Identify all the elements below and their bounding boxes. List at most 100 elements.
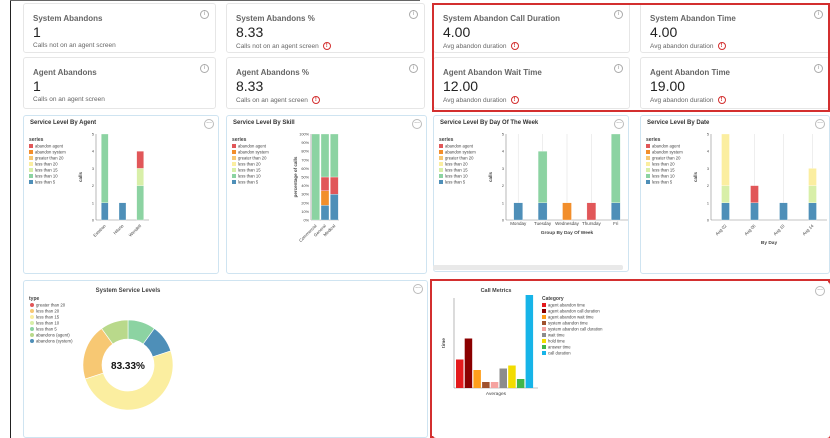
legend-item: abandons (system) bbox=[36, 339, 73, 344]
legend-item: less than 10 bbox=[238, 174, 261, 179]
legend-swatch bbox=[646, 162, 650, 166]
kpi-card[interactable]: System Abandons % 8.33 Calls not on an a… bbox=[226, 3, 425, 53]
legend-item: less than 15 bbox=[445, 168, 468, 173]
legend-swatch bbox=[439, 168, 443, 172]
y-axis-label: calls bbox=[488, 172, 493, 183]
legend-swatch bbox=[30, 315, 34, 319]
legend-swatch bbox=[646, 180, 650, 184]
legend-item: less than 5 bbox=[652, 180, 673, 185]
legend-heading: Category bbox=[542, 296, 564, 302]
kpi-value: 1 bbox=[33, 78, 41, 94]
chart-service-level-by-agent: seriesabandon agentabandon systemgreater… bbox=[29, 133, 149, 238]
legend-swatch bbox=[646, 156, 650, 160]
legend-swatch bbox=[232, 168, 236, 172]
bar-segment bbox=[311, 133, 320, 221]
legend-swatch bbox=[646, 150, 650, 154]
panel-title: Service Level By Agent bbox=[30, 120, 97, 126]
x-tick-label: Aug 02 bbox=[714, 223, 728, 237]
legend-item: abandon agent bbox=[445, 144, 474, 149]
legend-swatch bbox=[542, 315, 546, 319]
more-options-icon[interactable]: ... bbox=[412, 118, 422, 129]
kpi-title: Agent Abandons % bbox=[236, 68, 310, 77]
x-axis-label: Group By Day Of Week bbox=[541, 230, 594, 236]
y-axis-label: calls bbox=[78, 172, 83, 183]
legend-item: agent abandon call duration bbox=[548, 309, 600, 314]
kpi-subtitle: Calls on an agent screen! bbox=[236, 96, 320, 104]
donut-center-label: 83.33% bbox=[111, 361, 145, 372]
legend-item: abandon agent bbox=[35, 144, 64, 149]
legend-item: greater than 20 bbox=[652, 156, 681, 161]
legend-swatch bbox=[439, 174, 443, 178]
y-tick-label: 2 bbox=[502, 184, 504, 188]
legend-item: agent abandon time bbox=[548, 303, 586, 308]
info-icon[interactable]: i bbox=[200, 10, 209, 19]
kpi-subtitle: Calls on an agent screen bbox=[33, 96, 105, 103]
legend-item: agent abandon wait time bbox=[548, 315, 594, 320]
y-tick-label: 10% bbox=[301, 210, 309, 214]
info-icon[interactable]: i bbox=[409, 10, 418, 19]
bar bbox=[516, 379, 525, 388]
y-tick-label: 0 bbox=[707, 219, 709, 223]
legend-item: less than 10 bbox=[35, 174, 58, 179]
info-icon[interactable]: i bbox=[200, 64, 209, 73]
bar-segment bbox=[537, 151, 548, 203]
kpi-value: 8.33 bbox=[236, 78, 264, 94]
y-tick-label: 0 bbox=[92, 219, 94, 223]
warning-icon[interactable]: ! bbox=[322, 42, 331, 50]
kpi-subtitle: Calls not on an agent screen! bbox=[236, 42, 331, 50]
legend-item: abandons (agent) bbox=[36, 333, 70, 338]
horizontal-scrollbar[interactable] bbox=[433, 265, 623, 270]
kpi-card[interactable]: Agent Abandons 1 Calls on an agent scree… bbox=[23, 57, 216, 109]
y-axis-label: time bbox=[441, 338, 447, 348]
bar-segment bbox=[118, 202, 127, 221]
more-options-icon[interactable]: ... bbox=[815, 118, 825, 129]
y-tick-label: 5 bbox=[92, 133, 94, 137]
x-tick-label: Wendell bbox=[128, 223, 142, 237]
y-tick-label: 100% bbox=[299, 133, 309, 137]
info-icon[interactable]: i bbox=[409, 64, 418, 73]
bar-segment bbox=[330, 194, 339, 221]
legend-swatch bbox=[646, 174, 650, 178]
window-top-edge bbox=[10, 0, 420, 1]
chart-system-service-levels: System Service Levels typegreater than 20… bbox=[29, 288, 174, 411]
legend-swatch bbox=[29, 156, 33, 160]
legend-swatch bbox=[646, 144, 650, 148]
legend-swatch bbox=[232, 180, 236, 184]
bar-segment bbox=[808, 185, 817, 203]
legend-heading: series bbox=[232, 137, 247, 143]
more-options-icon[interactable]: ... bbox=[204, 118, 214, 129]
x-tick-label: Thursday bbox=[582, 221, 602, 226]
y-tick-label: 2 bbox=[92, 184, 94, 188]
panel-system-service-levels: ... System Service Levels type greater tha… bbox=[23, 280, 428, 438]
bar-segment bbox=[320, 190, 330, 206]
bar-segment bbox=[136, 168, 144, 186]
x-axis-label: Averages bbox=[486, 391, 507, 397]
legend-item: less than 15 bbox=[652, 168, 675, 173]
kpi-card[interactable]: Agent Abandons % 8.33 Calls on an agent … bbox=[226, 57, 425, 109]
legend-item: less than 20 bbox=[445, 162, 468, 167]
legend-item: abandon system bbox=[652, 150, 683, 155]
y-tick-label: 3 bbox=[707, 167, 709, 171]
legend-swatch bbox=[29, 168, 33, 172]
more-options-icon[interactable]: ... bbox=[614, 118, 624, 129]
legend-swatch bbox=[30, 327, 34, 331]
bar-segment bbox=[136, 185, 144, 221]
x-tick-label: Aug 10 bbox=[772, 223, 786, 237]
legend-item: abandon system bbox=[238, 150, 269, 155]
kpi-card[interactable]: System Abandons 1 Calls not on an agent … bbox=[23, 3, 216, 53]
legend-swatch bbox=[29, 144, 33, 148]
kpi-title: System Abandons % bbox=[236, 14, 315, 23]
legend-item: less than 15 bbox=[35, 168, 58, 173]
legend-swatch bbox=[232, 162, 236, 166]
bar-segment bbox=[750, 185, 759, 203]
x-tick-label: Aug 14 bbox=[801, 223, 815, 237]
warning-icon[interactable]: ! bbox=[311, 96, 320, 104]
legend-item: less than 5 bbox=[238, 180, 259, 185]
legend-swatch bbox=[439, 180, 443, 184]
legend-swatch bbox=[30, 339, 34, 343]
y-tick-label: 80% bbox=[301, 150, 309, 154]
y-tick-label: 4 bbox=[707, 150, 709, 154]
legend-swatch bbox=[439, 156, 443, 160]
bar-segment bbox=[721, 133, 730, 186]
kpi-value: 1 bbox=[33, 24, 41, 40]
